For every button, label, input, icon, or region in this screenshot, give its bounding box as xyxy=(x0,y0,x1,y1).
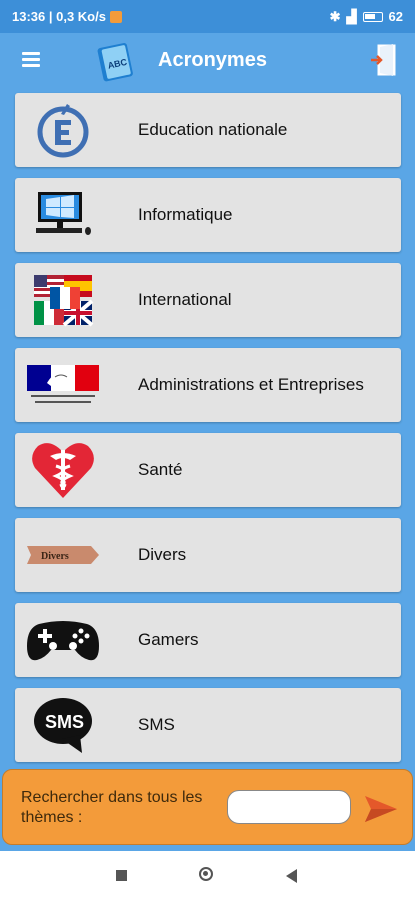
theme-label: Divers xyxy=(138,545,187,564)
theme-label: SMS xyxy=(138,715,175,734)
education-nationale-icon xyxy=(21,97,105,163)
back-icon[interactable] xyxy=(286,869,297,883)
app-bar: ABC Acronymes xyxy=(0,33,415,90)
status-bar: 13:36 | 0,3 Ko/s ✱ ▟ 62 xyxy=(0,0,415,33)
signal-icon: ▟ xyxy=(346,8,357,24)
sms-bubble-icon: SMS xyxy=(21,692,105,758)
divers-banner-text: Divers xyxy=(41,551,69,562)
theme-item-international[interactable]: International xyxy=(15,263,401,337)
theme-label: Education nationale xyxy=(138,120,288,139)
navigation-bar xyxy=(0,851,415,900)
flags-icon xyxy=(21,267,105,333)
theme-label: Gamers xyxy=(138,630,199,649)
theme-item-informatique[interactable]: Informatique xyxy=(15,178,401,252)
bluetooth-icon: ✱ xyxy=(329,8,341,24)
page-title: Acronymes xyxy=(158,49,267,71)
battery-level: 62 xyxy=(388,9,403,24)
health-heart-icon xyxy=(21,437,105,503)
theme-item-divers[interactable]: Divers Divers xyxy=(15,518,401,592)
divers-banner-icon: Divers xyxy=(21,522,105,588)
battery-icon xyxy=(362,11,383,22)
recent-apps-icon[interactable] xyxy=(116,870,127,881)
theme-item-sms[interactable]: SMS SMS xyxy=(15,688,401,762)
exit-door-icon[interactable] xyxy=(371,43,397,77)
theme-label: Informatique xyxy=(138,205,233,224)
notification-icon xyxy=(109,10,122,23)
home-icon[interactable] xyxy=(199,867,213,881)
sms-bubble-text: SMS xyxy=(45,712,84,732)
marianne-logo-icon xyxy=(21,352,105,418)
menu-icon[interactable] xyxy=(22,52,40,68)
send-icon[interactable] xyxy=(363,794,399,824)
status-time: 13:36 | 0,3 Ko/s xyxy=(12,9,106,24)
gamepad-icon xyxy=(21,607,105,673)
search-input[interactable] xyxy=(227,790,351,824)
theme-item-education-nationale[interactable]: Education nationale xyxy=(15,93,401,167)
app-logo: ABC xyxy=(97,42,133,82)
theme-item-administrations-entreprises[interactable]: Administrations et Entreprises xyxy=(15,348,401,422)
theme-item-gamers[interactable]: Gamers xyxy=(15,603,401,677)
theme-label: International xyxy=(138,290,232,309)
search-label: Rechercher dans tous les thèmes : xyxy=(21,789,203,826)
theme-label: Administrations et Entreprises xyxy=(138,375,364,394)
theme-label: Santé xyxy=(138,460,183,479)
search-bar: Rechercher dans tous les thèmes : xyxy=(2,769,413,845)
computer-icon xyxy=(21,182,105,248)
theme-item-sante[interactable]: Santé xyxy=(15,433,401,507)
